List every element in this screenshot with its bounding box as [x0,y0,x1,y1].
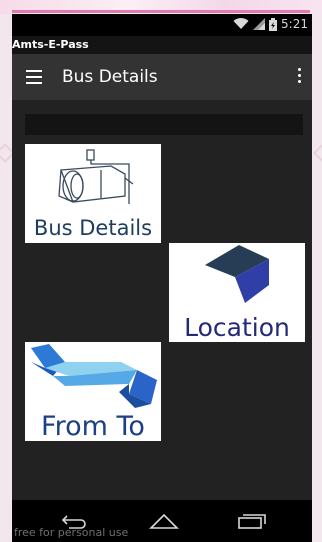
recents-button[interactable] [232,509,272,533]
window-title: Amts-E-Pass [12,36,312,54]
bus-sketch-icon [58,149,134,204]
from-to-label: From To [41,411,145,441]
bus-details-label: Bus Details [33,216,153,240]
location-cube-icon [205,245,269,303]
battery-icon [269,17,278,31]
from-to-tile[interactable]: From To [25,342,161,441]
recents-icon [238,514,266,529]
from-to-arrows-icon [31,344,157,408]
emulator-frame-right [312,14,322,542]
signal-icon [253,18,266,30]
phone-screen: 5:21 Amts-E-Pass Bus Details Bus Details… [12,14,312,542]
emulator-accent-line [12,10,310,13]
emulator-frame-left [0,14,15,542]
location-tile[interactable]: Location [169,243,305,342]
app-bar: Bus Details [12,54,312,100]
status-bar: 5:21 [12,14,312,36]
more-vert-icon[interactable] [298,68,302,86]
location-label: Location [184,313,290,342]
status-time: 5:21 [281,17,308,31]
watermark-text: free for personal use [14,526,129,539]
app-bar-title: Bus Details [62,67,158,87]
frame-decoration-icon [313,143,322,163]
main-content: Bus Details Location From To [12,100,312,500]
wifi-icon [233,18,249,29]
hamburger-menu-icon[interactable] [26,70,42,84]
home-icon [149,513,179,529]
search-bar[interactable] [25,114,303,135]
bus-details-tile[interactable]: Bus Details [25,144,161,243]
home-button[interactable] [144,509,184,533]
